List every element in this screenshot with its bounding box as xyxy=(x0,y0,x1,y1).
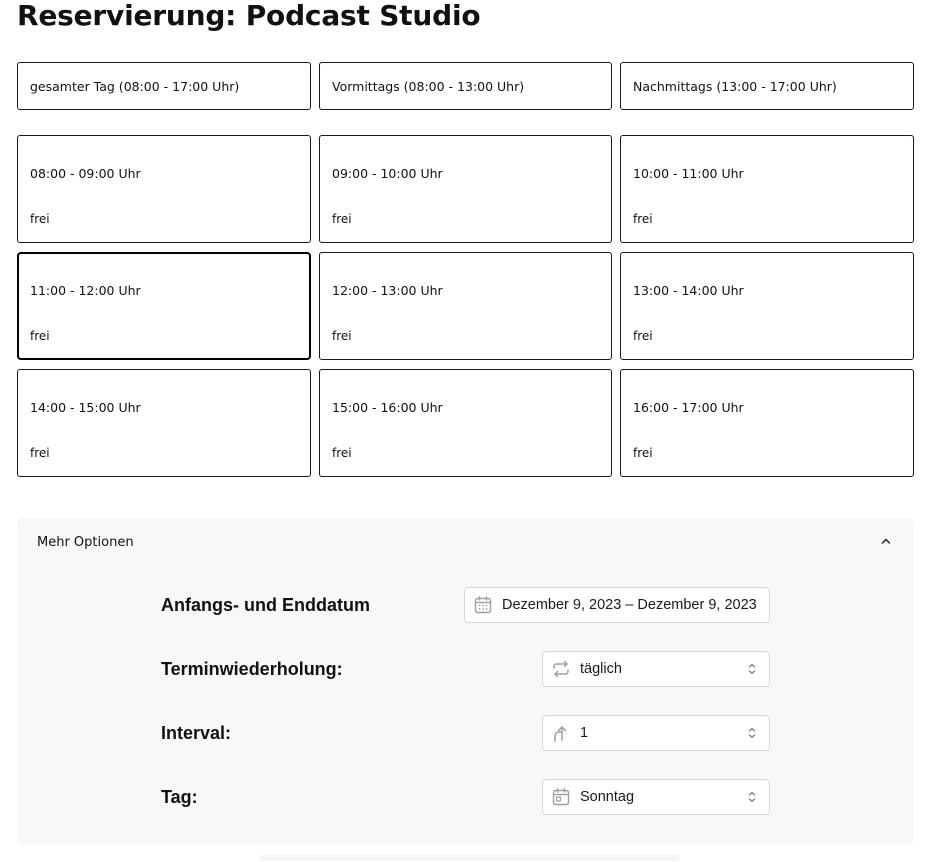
slot-status: frei xyxy=(633,212,653,226)
interval-arrow-icon xyxy=(554,726,567,742)
slot-time: 08:00 - 09:00 Uhr xyxy=(30,166,141,181)
date-range-picker[interactable]: Dezember 9, 2023 – Dezember 9, 2023 xyxy=(464,587,770,623)
more-options-toggle[interactable]: Mehr Optionen xyxy=(17,518,914,568)
calendar-icon xyxy=(474,596,492,614)
range-full-day-button[interactable]: gesamter Tag (08:00 - 17:00 Uhr) xyxy=(17,62,311,110)
interval-label: Interval: xyxy=(161,723,232,743)
slot-time: 16:00 - 17:00 Uhr xyxy=(633,400,744,415)
time-slot-0800[interactable]: 08:00 - 09:00 Uhr frei xyxy=(17,135,311,243)
slot-time: 12:00 - 13:00 Uhr xyxy=(332,283,443,298)
calendar-icon xyxy=(552,788,570,806)
day-select[interactable]: Sonntag xyxy=(542,779,770,815)
slot-status: frei xyxy=(633,446,653,460)
time-slot-1200[interactable]: 12:00 - 13:00 Uhr frei xyxy=(319,252,612,360)
range-label: Vormittags (08:00 - 13:00 Uhr) xyxy=(332,78,525,94)
repeat-icon xyxy=(553,660,569,678)
time-range-presets: gesamter Tag (08:00 - 17:00 Uhr) Vormitt… xyxy=(17,62,914,110)
chevron-up-down-icon xyxy=(748,727,756,739)
time-slot-1000[interactable]: 10:00 - 11:00 Uhr frei xyxy=(620,135,914,243)
slot-time: 09:00 - 10:00 Uhr xyxy=(332,166,443,181)
range-afternoon-button[interactable]: Nachmittags (13:00 - 17:00 Uhr) xyxy=(620,62,914,110)
slot-time: 11:00 - 12:00 Uhr xyxy=(30,283,141,298)
time-slot-1500[interactable]: 15:00 - 16:00 Uhr frei xyxy=(319,369,612,477)
interval-select[interactable]: 1 xyxy=(542,715,770,751)
slot-time: 15:00 - 16:00 Uhr xyxy=(332,400,443,415)
more-options-panel: Mehr Optionen Anfangs- und Enddatum Deze… xyxy=(17,518,914,845)
more-options-title: Mehr Optionen xyxy=(37,535,134,550)
slot-status: frei xyxy=(332,329,352,343)
next-section-edge xyxy=(260,855,680,861)
slot-time: 14:00 - 15:00 Uhr xyxy=(30,400,141,415)
repeat-label: Terminwiederholung: xyxy=(161,659,343,679)
date-range-label: Anfangs- und Enddatum xyxy=(161,595,370,615)
time-slot-0900[interactable]: 09:00 - 10:00 Uhr frei xyxy=(319,135,612,243)
slot-status: frei xyxy=(30,212,50,226)
chevron-up-down-icon xyxy=(748,663,756,675)
interval-value: 1 xyxy=(580,725,589,741)
repeat-select[interactable]: täglich xyxy=(542,651,770,687)
slot-status: frei xyxy=(332,212,352,226)
chevron-up-icon xyxy=(881,538,891,544)
date-range-value: Dezember 9, 2023 – Dezember 9, 2023 xyxy=(502,597,757,613)
time-slot-1300[interactable]: 13:00 - 14:00 Uhr frei xyxy=(620,252,914,360)
page-title: Reservierung: Podcast Studio xyxy=(17,0,481,32)
chevron-up-down-icon xyxy=(748,791,756,803)
slot-time: 13:00 - 14:00 Uhr xyxy=(633,283,744,298)
range-label: Nachmittags (13:00 - 17:00 Uhr) xyxy=(633,78,837,94)
slot-status: frei xyxy=(633,329,653,343)
time-slot-1100[interactable]: 11:00 - 12:00 Uhr frei xyxy=(17,252,311,360)
slot-status: frei xyxy=(30,446,50,460)
repeat-value: täglich xyxy=(580,661,622,677)
time-slot-1400[interactable]: 14:00 - 15:00 Uhr frei xyxy=(17,369,311,477)
time-slot-1600[interactable]: 16:00 - 17:00 Uhr frei xyxy=(620,369,914,477)
slot-time: 10:00 - 11:00 Uhr xyxy=(633,166,744,181)
time-slot-grid: 08:00 - 09:00 Uhr frei 09:00 - 10:00 Uhr… xyxy=(17,135,914,477)
range-label: gesamter Tag (08:00 - 17:00 Uhr) xyxy=(30,78,240,94)
range-morning-button[interactable]: Vormittags (08:00 - 13:00 Uhr) xyxy=(319,62,612,110)
day-value: Sonntag xyxy=(580,789,635,805)
reservation-page: Reservierung: Podcast Studio gesamter Ta… xyxy=(0,0,935,862)
slot-status: frei xyxy=(332,446,352,460)
slot-status: frei xyxy=(30,329,50,343)
day-label: Tag: xyxy=(161,787,198,807)
